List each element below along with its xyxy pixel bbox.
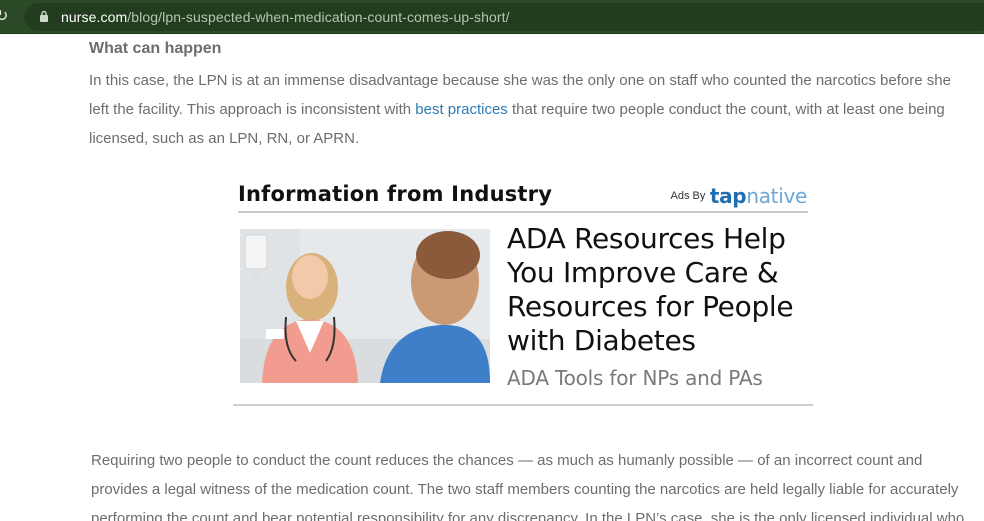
article-paragraph: Requiring two people to conduct the coun…: [91, 452, 965, 521]
section-heading: What can happen: [89, 40, 222, 57]
url-host: nurse.com: [61, 9, 128, 25]
best-practices-link[interactable]: best practices: [415, 101, 508, 118]
ad-image[interactable]: [240, 229, 490, 383]
tapnative-logo: tapnative: [710, 184, 807, 208]
ads-by-label: Ads By: [670, 190, 706, 202]
ad-subline[interactable]: ADA Tools for NPs and PAs: [507, 366, 763, 390]
browser-toolbar: ↻ nurse.com/blog/lpn-suspected-when-medi…: [0, 0, 984, 34]
url-text[interactable]: nurse.com/blog/lpn-suspected-when-medica…: [61, 8, 510, 26]
ads-by-tapnative[interactable]: Ads By tapnative: [670, 184, 808, 208]
article-paragraph: In this case, the LPN is at an immense d…: [89, 66, 969, 153]
divider: [238, 211, 808, 213]
logo-part-native: native: [746, 184, 807, 208]
lock-icon[interactable]: [39, 10, 49, 22]
ad-headline[interactable]: ADA Resources Help You Improve Care & Re…: [507, 222, 807, 358]
sponsored-ad: Information from Industry Ads By tapnati…: [233, 178, 813, 406]
ad-section-title: Information from Industry: [238, 182, 553, 206]
divider: [233, 404, 813, 406]
ad-photo-illustration: [240, 229, 490, 383]
logo-part-tap: tap: [709, 184, 747, 208]
reload-icon[interactable]: ↻: [0, 6, 15, 26]
url-path: /blog/lpn-suspected-when-medication-coun…: [127, 9, 510, 25]
